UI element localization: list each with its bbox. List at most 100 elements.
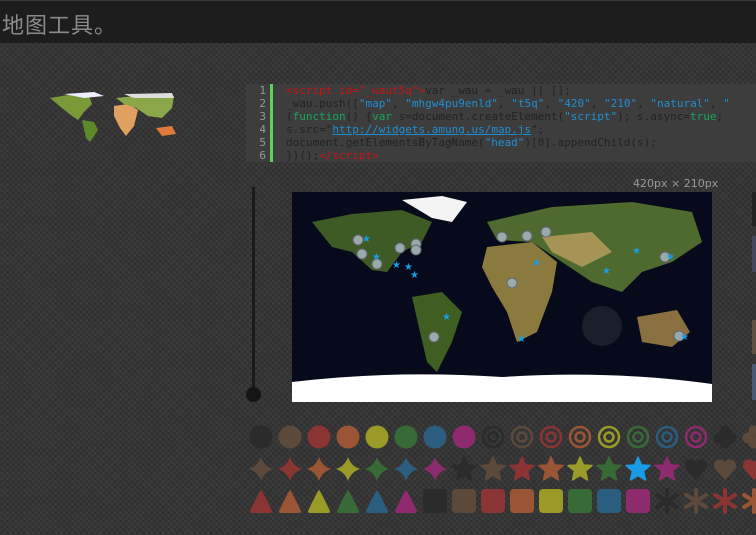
triangle-marker-option[interactable] <box>393 488 419 514</box>
circle-marker-option[interactable] <box>248 424 274 450</box>
square-marker-option[interactable] <box>538 488 564 514</box>
heart-marker-option[interactable] <box>741 456 756 482</box>
ring-marker-option[interactable] <box>683 424 709 450</box>
triangle-icon <box>308 490 330 513</box>
size-slider-handle[interactable] <box>246 387 261 402</box>
ring-marker-option[interactable] <box>538 424 564 450</box>
ring-marker-option[interactable] <box>625 424 651 450</box>
code-token: </script> <box>319 149 379 162</box>
asterisk-marker-option[interactable] <box>683 488 709 514</box>
star-marker-option[interactable] <box>538 456 564 482</box>
ring-marker-option[interactable] <box>480 424 506 450</box>
star-marker-option[interactable] <box>451 456 477 482</box>
triangle-icon <box>395 490 417 513</box>
diamond-marker-option[interactable] <box>393 456 419 482</box>
code-token: })(); <box>286 149 320 162</box>
code-token: "map" <box>358 97 392 110</box>
club-marker-option[interactable] <box>741 424 756 450</box>
triangle-marker-option[interactable] <box>335 488 361 514</box>
svg-text:★: ★ <box>362 234 371 245</box>
size-slider-track[interactable] <box>252 187 255 394</box>
diamond-marker-option[interactable] <box>422 456 448 482</box>
star-icon <box>451 456 477 481</box>
svg-text:★: ★ <box>602 266 611 277</box>
svg-text:★: ★ <box>680 332 689 343</box>
circle-marker-option[interactable] <box>335 424 361 450</box>
heart-icon <box>742 459 756 480</box>
asterisk-marker-option[interactable] <box>712 488 738 514</box>
embed-code-block[interactable]: 1 2 3 4 5 6 <script id="_waut5q">var _wa… <box>246 84 756 162</box>
code-link[interactable]: http://widgets.amung.us/map.js <box>332 123 531 136</box>
square-marker-option[interactable] <box>596 488 622 514</box>
ring-marker-option[interactable] <box>596 424 622 450</box>
line-numbers: 1 2 3 4 5 6 <box>246 84 270 162</box>
star-marker-option[interactable] <box>596 456 622 482</box>
circle-marker-option[interactable] <box>422 424 448 450</box>
square-icon <box>597 489 621 513</box>
club-marker-option[interactable] <box>712 424 738 450</box>
square-icon <box>481 489 505 513</box>
code-token: s=document.createElement( <box>391 110 565 123</box>
circle-icon <box>278 425 302 449</box>
asterisk-marker-option[interactable] <box>741 488 756 514</box>
triangle-marker-option[interactable] <box>306 488 332 514</box>
map-style-option[interactable] <box>752 320 756 354</box>
circle-marker-option[interactable] <box>277 424 303 450</box>
triangle-marker-option[interactable] <box>248 488 274 514</box>
square-marker-option[interactable] <box>451 488 477 514</box>
heart-marker-option[interactable] <box>683 456 709 482</box>
world-map-thumbnail[interactable] <box>44 90 194 150</box>
square-marker-option[interactable] <box>625 488 651 514</box>
star-marker-option[interactable] <box>654 456 680 482</box>
diamond-icon <box>336 457 360 481</box>
diamond-icon <box>423 457 447 481</box>
diamond-marker-option[interactable] <box>335 456 361 482</box>
diamond-marker-option[interactable] <box>364 456 390 482</box>
code-line-2: _wau.push(["map", "mhgw4pu9enld", "t5q",… <box>286 97 730 110</box>
line-number: 5 <box>259 136 266 149</box>
circle-icon <box>365 425 389 449</box>
circle-marker-option[interactable] <box>306 424 332 450</box>
diamond-marker-option[interactable] <box>248 456 274 482</box>
code-line-3: (function() {var s=document.createElemen… <box>286 110 724 123</box>
square-marker-option[interactable] <box>480 488 506 514</box>
circle-marker-option[interactable] <box>393 424 419 450</box>
square-icon <box>626 489 650 513</box>
ring-icon <box>626 425 650 449</box>
ring-icon <box>684 425 708 449</box>
code-token: "script" <box>564 110 618 123</box>
ring-marker-option[interactable] <box>567 424 593 450</box>
star-marker-option[interactable] <box>509 456 535 482</box>
asterisk-marker-option[interactable] <box>654 488 680 514</box>
diamond-marker-option[interactable] <box>306 456 332 482</box>
star-marker-option[interactable] <box>567 456 593 482</box>
heart-icon <box>684 459 708 480</box>
square-icon <box>539 489 563 513</box>
code-gutter-bar <box>270 84 273 162</box>
square-marker-option[interactable] <box>567 488 593 514</box>
heart-marker-option[interactable] <box>712 456 738 482</box>
ring-marker-option[interactable] <box>654 424 680 450</box>
square-icon <box>423 489 447 513</box>
code-token: var _wau = _wau || []; <box>425 84 571 97</box>
map-style-option[interactable] <box>752 236 756 272</box>
circle-icon <box>307 425 331 449</box>
square-marker-option[interactable] <box>509 488 535 514</box>
ring-marker-option[interactable] <box>509 424 535 450</box>
star-marker-option-selected[interactable] <box>625 456 651 482</box>
code-token: )[0].appendChild(s); <box>524 136 657 149</box>
asterisk-icon <box>742 488 756 514</box>
circle-icon <box>249 425 273 449</box>
ring-icon <box>539 425 563 449</box>
star-icon <box>654 456 680 481</box>
diamond-marker-option[interactable] <box>277 456 303 482</box>
triangle-icon <box>337 490 359 513</box>
triangle-marker-option[interactable] <box>364 488 390 514</box>
map-style-option[interactable] <box>752 192 756 226</box>
triangle-marker-option[interactable] <box>277 488 303 514</box>
circle-marker-option[interactable] <box>364 424 390 450</box>
circle-marker-option[interactable] <box>451 424 477 450</box>
star-marker-option[interactable] <box>480 456 506 482</box>
square-marker-option[interactable] <box>422 488 448 514</box>
map-style-option[interactable] <box>752 364 756 400</box>
